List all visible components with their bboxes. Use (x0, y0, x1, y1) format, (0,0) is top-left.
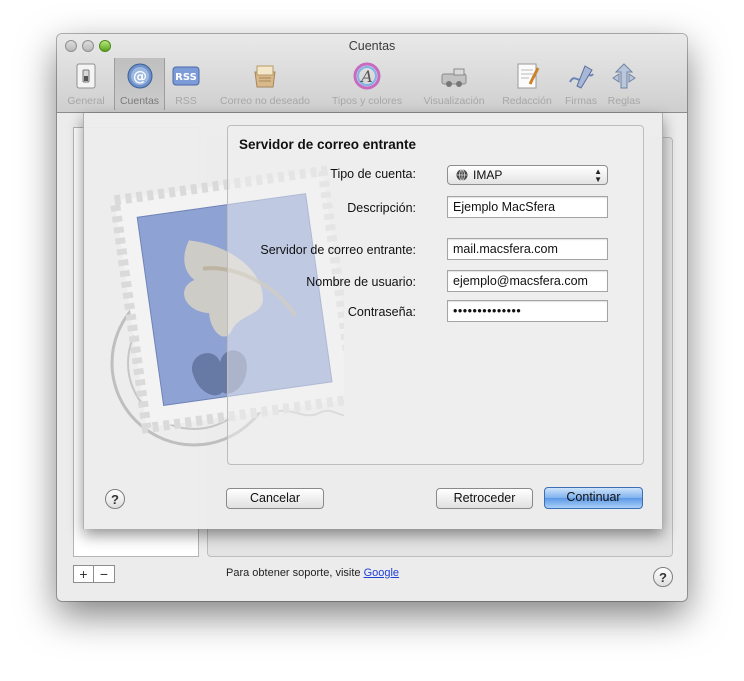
sheet-help-button[interactable]: ? (105, 489, 125, 509)
preferences-content: + − Para obtener soporte, visite Google … (57, 113, 687, 601)
username-field[interactable]: ejemplo@macsfera.com (447, 270, 608, 292)
toolbar-item-rss[interactable]: RSS RSS (167, 58, 205, 110)
description-label: Descripción: (347, 201, 416, 215)
window-help-button[interactable]: ? (653, 567, 673, 587)
sheet-title: Servidor de correo entrante (239, 137, 417, 152)
svg-text:@: @ (133, 69, 147, 85)
description-field[interactable]: Ejemplo MacSfera (447, 196, 608, 218)
at-sign-icon: @ (127, 63, 152, 89)
rss-icon: RSS (172, 66, 200, 86)
composing-icon (517, 63, 540, 89)
password-field[interactable]: •••••••••••••• (447, 300, 608, 322)
svg-text:RSS: RSS (175, 72, 197, 83)
viewing-icon (441, 68, 467, 87)
globe-icon (456, 169, 468, 181)
svg-text:A: A (359, 67, 373, 86)
toolbar-item-composing[interactable]: Redacción (497, 58, 557, 110)
new-account-sheet: Servidor de correo entrante Tipo de cuen… (83, 113, 663, 529)
continue-button[interactable]: Continuar (544, 487, 643, 509)
toolbar-item-junk-mail[interactable]: Correo no deseado (213, 58, 317, 110)
toolbar-item-signatures[interactable]: Firmas (560, 58, 602, 110)
switch-icon (76, 63, 96, 89)
toolbar-item-fonts-colors[interactable]: A Tipos y colores (325, 58, 409, 110)
rules-icon (612, 63, 636, 89)
incoming-server-field[interactable]: mail.macsfera.com (447, 238, 608, 260)
title-bar: Cuentas General @ Cuentas RSS RSS Correo… (57, 34, 687, 113)
account-list-buttons: + − (73, 565, 115, 583)
fonts-colors-icon: A (353, 62, 381, 90)
window-title: Cuentas (348, 39, 396, 53)
account-type-value: IMAP (473, 168, 503, 182)
signature-icon (569, 65, 594, 89)
account-type-select[interactable]: IMAP ▲ ▼ (447, 165, 608, 185)
toolbar-item-viewing[interactable]: Visualización (416, 58, 492, 110)
support-text: Para obtener soporte, visite Google (226, 567, 400, 579)
select-arrows-icon: ▲ ▼ (594, 167, 602, 184)
username-label: Nombre de usuario: (306, 275, 416, 289)
support-link[interactable]: Google (364, 567, 399, 579)
incoming-server-label: Servidor de correo entrante: (260, 243, 416, 257)
cancel-button[interactable]: Cancelar (226, 488, 324, 509)
back-button[interactable]: Retroceder (436, 488, 533, 509)
preferences-window: Cuentas General @ Cuentas RSS RSS Correo… (57, 34, 687, 601)
add-account-button[interactable]: + (73, 565, 94, 583)
junk-mail-icon (254, 65, 276, 88)
remove-account-button[interactable]: − (94, 565, 115, 583)
toolbar-item-general[interactable]: General (63, 58, 109, 110)
toolbar-item-rules[interactable]: Reglas (604, 58, 644, 110)
account-type-label: Tipo de cuenta: (330, 167, 416, 181)
password-label: Contraseña: (347, 305, 416, 319)
toolbar-item-accounts[interactable]: @ Cuentas (114, 58, 165, 110)
